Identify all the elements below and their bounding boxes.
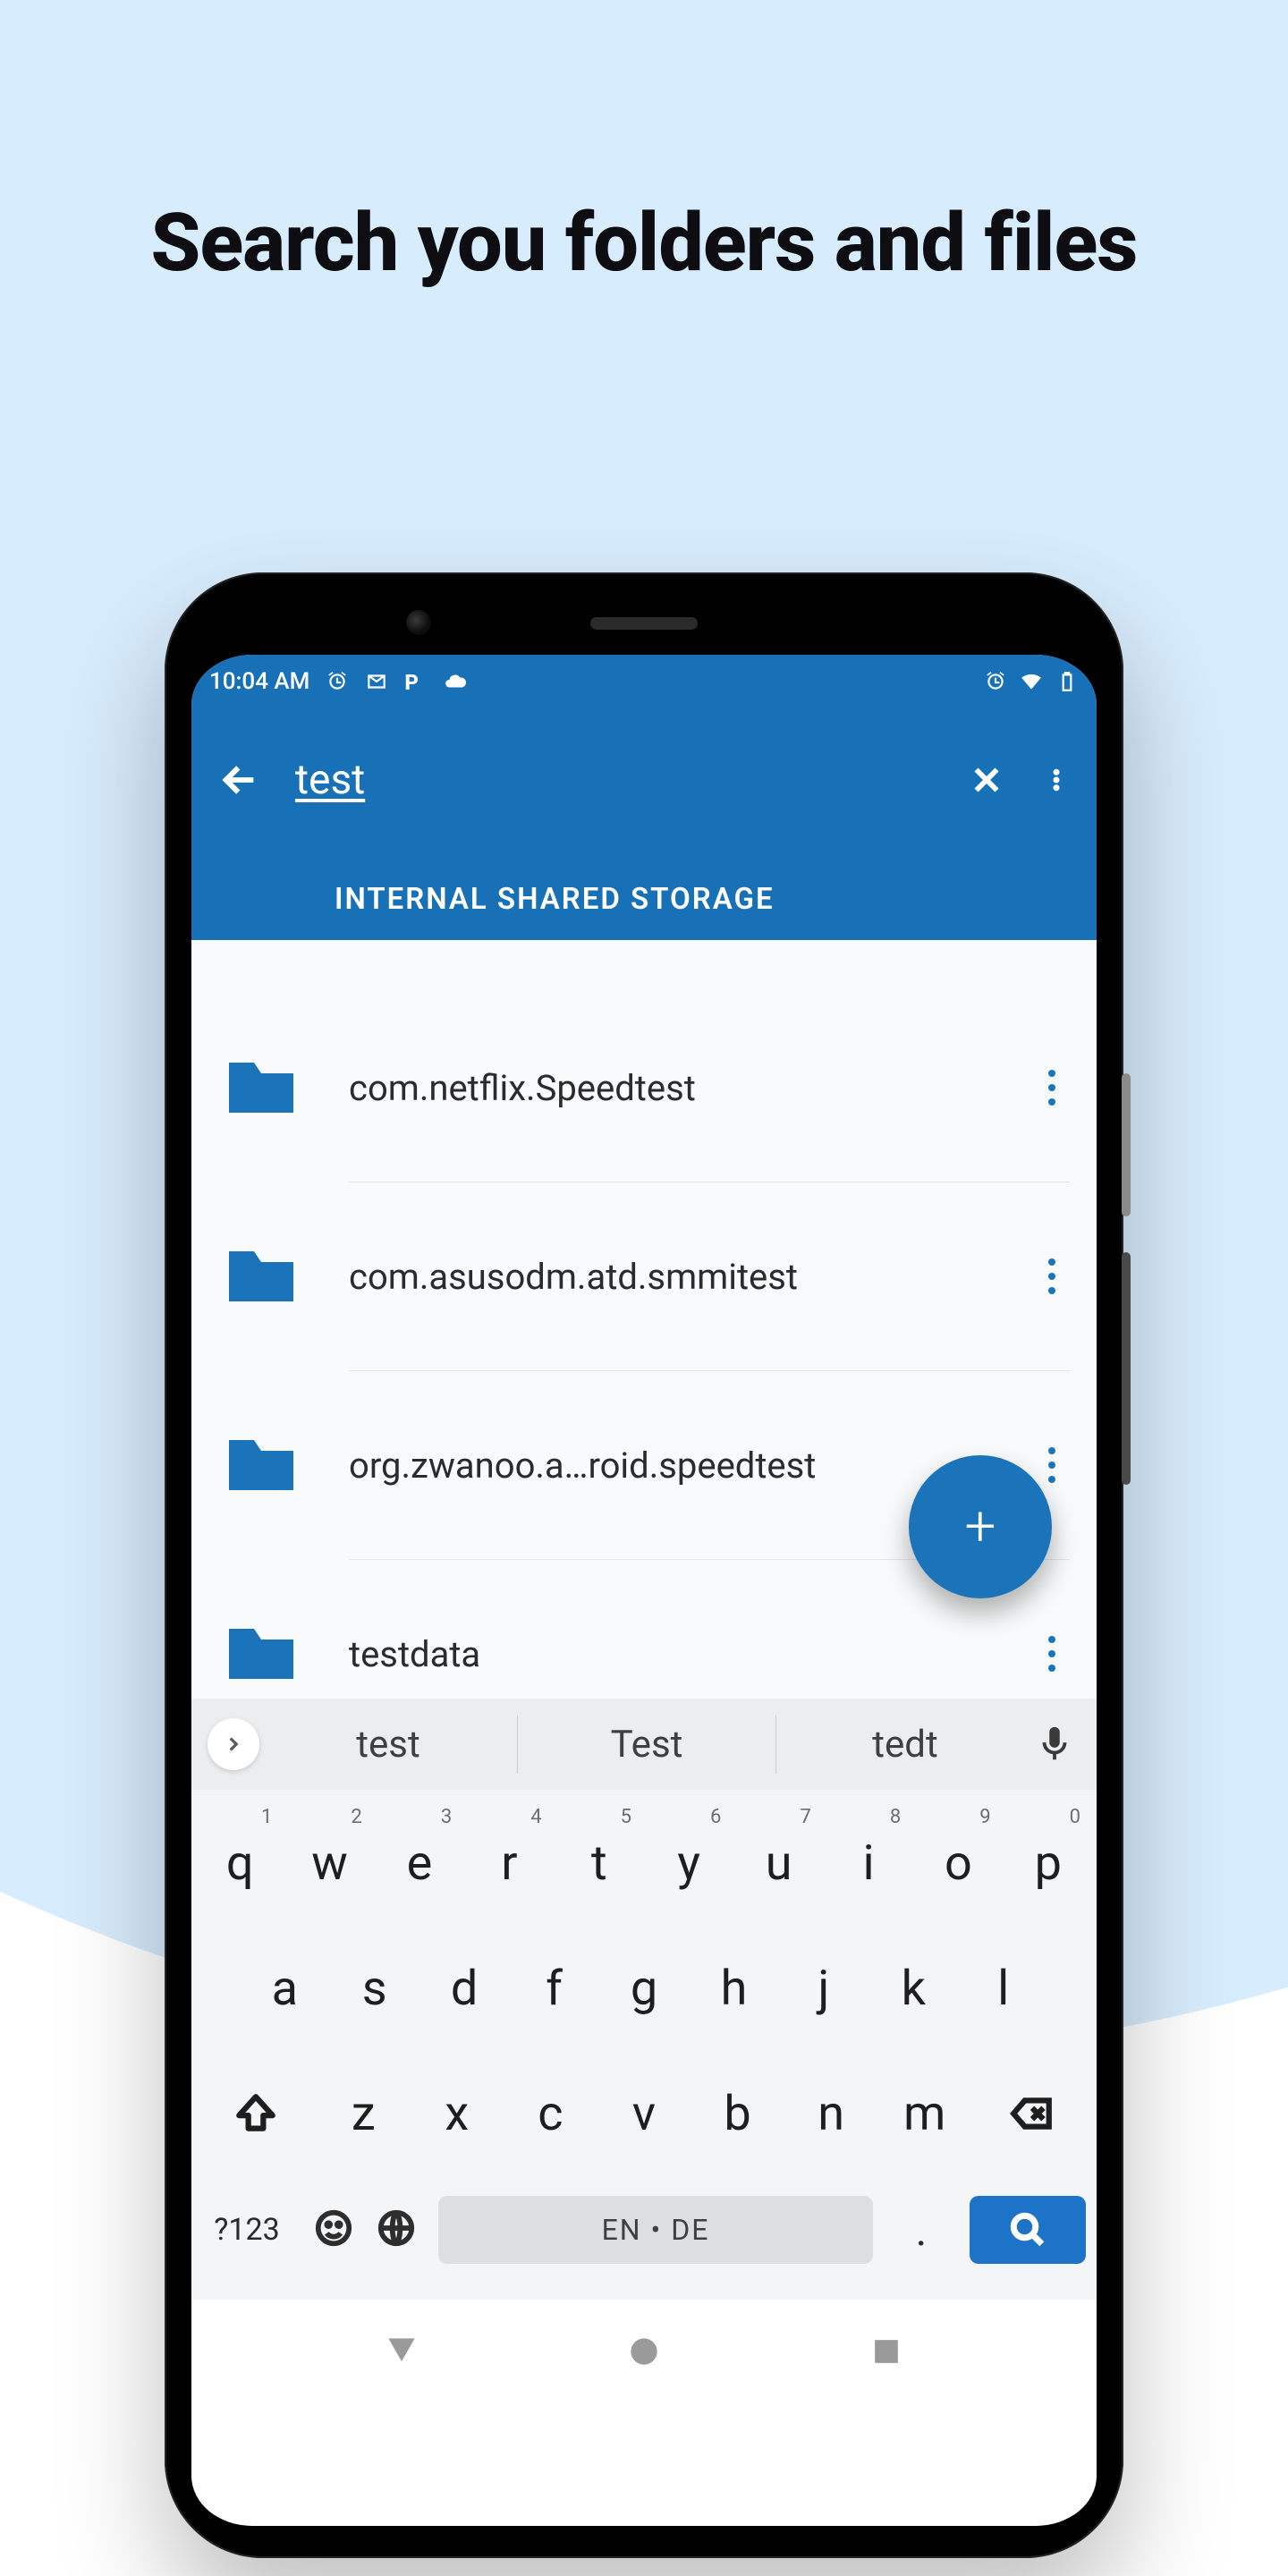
list-item-label: com.asusodm.atd.smmitest xyxy=(349,1256,1034,1298)
key-n[interactable]: n xyxy=(784,2051,878,2176)
shift-key[interactable] xyxy=(195,2051,317,2176)
backspace-key[interactable] xyxy=(971,2051,1093,2176)
key-m[interactable]: m xyxy=(877,2051,971,2176)
key-r[interactable]: r4 xyxy=(464,1801,554,1926)
status-bar: 10:04 AM P xyxy=(191,655,1097,708)
list-item[interactable]: com.netflix.Speedtest xyxy=(191,994,1097,1182)
key-e[interactable]: e3 xyxy=(375,1801,464,1926)
key-w[interactable]: w2 xyxy=(284,1801,374,1926)
tab-internal-storage[interactable]: INTERNAL SHARED STORAGE xyxy=(335,882,775,917)
nav-home-icon[interactable] xyxy=(624,2332,664,2375)
expand-suggestions-icon[interactable] xyxy=(208,1718,259,1770)
key-c[interactable]: c xyxy=(504,2051,597,2176)
item-menu-icon[interactable] xyxy=(1034,1258,1070,1295)
key-l[interactable]: l xyxy=(959,1926,1048,2051)
key-z[interactable]: z xyxy=(317,2051,411,2176)
search-results: com.netflix.Speedtest com.asusodm.atd.sm… xyxy=(191,940,1097,1699)
key-p[interactable]: p0 xyxy=(1004,1801,1093,1926)
folder-icon xyxy=(218,1045,304,1131)
key-b[interactable]: b xyxy=(691,2051,784,2176)
alarm-icon xyxy=(326,670,349,693)
folder-icon xyxy=(218,1233,304,1319)
list-item[interactable]: com.asusodm.atd.smmitest xyxy=(191,1182,1097,1370)
symbols-key[interactable]: ?123 xyxy=(202,2212,292,2248)
key-g[interactable]: g xyxy=(599,1926,689,2051)
key-t[interactable]: t5 xyxy=(555,1801,644,1926)
plus-icon: + xyxy=(964,1499,996,1555)
nav-back-icon[interactable] xyxy=(382,2332,421,2375)
key-a[interactable]: a xyxy=(240,1926,329,2051)
app-bar: test INTERNAL SHARED STORAGE xyxy=(191,708,1097,940)
gmail-icon xyxy=(365,670,388,693)
emoji-key[interactable] xyxy=(313,2207,354,2252)
key-o[interactable]: o9 xyxy=(913,1801,1003,1926)
language-key[interactable] xyxy=(376,2207,417,2252)
key-f[interactable]: f xyxy=(509,1926,598,2051)
key-k[interactable]: k xyxy=(869,1926,958,2051)
key-d[interactable]: d xyxy=(419,1926,509,2051)
suggestion[interactable]: tedt xyxy=(776,1716,1034,1774)
key-u[interactable]: u7 xyxy=(733,1801,823,1926)
key-i[interactable]: i8 xyxy=(824,1801,913,1926)
key-y[interactable]: y6 xyxy=(644,1801,733,1926)
list-item-label: testdata xyxy=(349,1633,1034,1675)
fab-add[interactable]: + xyxy=(909,1455,1052,1598)
key-h[interactable]: h xyxy=(689,1926,778,2051)
list-item-label: com.netflix.Speedtest xyxy=(349,1067,1034,1109)
key-j[interactable]: j xyxy=(779,1926,869,2051)
folder-icon xyxy=(218,1422,304,1508)
search-input[interactable]: test xyxy=(295,756,930,804)
page-headline: Search you folders and files xyxy=(0,0,1288,290)
battery-icon xyxy=(1055,670,1079,693)
back-icon[interactable] xyxy=(218,759,259,801)
device-frame: 10:04 AM P test xyxy=(165,572,1123,2558)
key-q[interactable]: q1 xyxy=(195,1801,284,1926)
cloud-icon xyxy=(444,670,467,693)
folder-icon xyxy=(218,1611,304,1697)
period-key[interactable]: . xyxy=(894,2205,948,2256)
search-key[interactable] xyxy=(970,2196,1086,2264)
suggestion[interactable]: test xyxy=(259,1716,518,1774)
suggestion[interactable]: Test xyxy=(518,1716,776,1774)
results-inner: com.netflix.Speedtest com.asusodm.atd.sm… xyxy=(191,994,1097,1748)
item-menu-icon[interactable] xyxy=(1034,1635,1070,1673)
keyboard: q1w2e3r4t5y6u7i8o9p0 asdfghjkl zxcvbnm ?… xyxy=(191,1790,1097,2300)
alarm-icon xyxy=(984,670,1007,693)
key-x[interactable]: x xyxy=(411,2051,504,2176)
overflow-menu-icon[interactable] xyxy=(1043,759,1070,801)
key-s[interactable]: s xyxy=(329,1926,419,2051)
p-icon: P xyxy=(404,670,428,693)
keyboard-suggestion-bar: test Test tedt xyxy=(191,1699,1097,1790)
item-menu-icon[interactable] xyxy=(1034,1446,1070,1484)
voice-input-icon[interactable] xyxy=(1034,1724,1075,1765)
wifi-icon xyxy=(1020,670,1043,693)
clear-icon[interactable] xyxy=(966,759,1007,801)
key-v[interactable]: v xyxy=(597,2051,691,2176)
android-nav-bar xyxy=(191,2300,1097,2407)
nav-recent-icon[interactable] xyxy=(867,2332,906,2375)
status-time: 10:04 AM xyxy=(209,668,309,695)
spacebar[interactable]: EN • DE xyxy=(438,2196,873,2264)
item-menu-icon[interactable] xyxy=(1034,1069,1070,1106)
